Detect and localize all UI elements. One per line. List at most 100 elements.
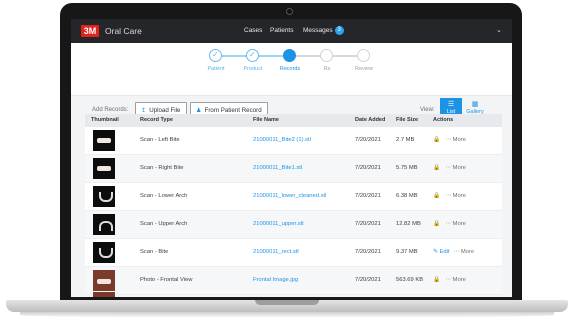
more-dots-icon: ⋯ [453,249,460,255]
step-product[interactable]: ✓ [246,49,259,62]
table-row[interactable]: Scan - Left Bite 21000011_Bite2 (1).stl … [85,127,502,155]
header-file-size: File Size [396,117,419,123]
more-button[interactable]: More [453,193,466,199]
date-added: 7/20/2021 [355,137,381,143]
more-dots-icon: ⋯ [445,165,452,171]
record-type: Scan - Left Bite [140,137,180,143]
file-size: 5.75 MB [396,165,418,171]
app-name: Oral Care [105,26,142,36]
row-actions: 🔒 ⋯ More [433,155,466,182]
record-type: Scan - Upper Arch [140,221,188,227]
top-navigation-bar: 3M Oral Care Cases Patients Messages 3 ⌄ [71,19,512,43]
more-button[interactable]: More [453,221,466,227]
header-file-name: File Name [253,117,279,123]
row-actions: 🔒 ⋯ More [433,267,466,294]
records-table-header: Thumbnail Record Type File Name Date Add… [85,114,502,127]
header-thumbnail: Thumbnail [91,117,119,123]
scan-thumbnail[interactable] [93,186,115,207]
grid-icon: ▦ [471,101,479,108]
file-name-link[interactable]: 21000011_rect.stl [253,239,299,266]
header-date-added: Date Added [355,117,386,123]
upload-icon: ↥ [141,107,147,114]
file-size: 6.38 MB [396,193,418,199]
check-icon: ✓ [212,50,219,59]
person-icon: ♟ [196,107,202,114]
chevron-down-icon[interactable]: ⌄ [496,24,502,38]
date-added: 7/20/2021 [355,193,381,199]
scan-thumbnail[interactable] [93,130,115,151]
file-name-link[interactable]: 21000011_upper.stl [253,211,304,238]
record-type: Scan - Right Bite [140,165,184,171]
lock-icon: 🔒 [433,221,441,227]
records-table-body: Scan - Left Bite 21000011_Bite2 (1).stl … [85,127,502,295]
date-added: 7/20/2021 [355,165,381,171]
from-patient-record-label: From Patient Record [204,107,262,114]
file-name-link[interactable]: 21000011_lower_cleaned.stl [253,183,326,210]
record-type: Scan - Bite [140,249,169,255]
row-actions: ✎ Edit ⋯ More [433,239,474,266]
next-row-thumbnail-peek [93,292,115,297]
date-added: 7/20/2021 [355,277,381,283]
file-size: 9.37 MB [396,249,418,255]
upload-file-label: Upload File [149,107,181,114]
file-size: 563.69 KB [396,277,424,283]
bite-arch-icon [99,248,113,258]
photo-thumbnail[interactable] [93,270,115,291]
table-row[interactable]: Scan - Upper Arch 21000011_upper.stl 7/2… [85,211,502,239]
table-row[interactable]: Scan - Right Bite 21000011_Bite1.stl 7/2… [85,155,502,183]
nav-messages-label: Messages [303,27,333,34]
scan-thumbnail[interactable] [93,242,115,263]
upper-arch-icon [99,221,113,231]
edit-label: Edit [439,249,450,255]
more-dots-icon: ⋯ [445,277,452,283]
teeth-icon [97,138,111,143]
more-dots-icon: ⋯ [445,221,452,227]
step-rx[interactable] [320,49,333,62]
laptop-shadow [20,312,554,318]
file-name-link[interactable]: Frontal Image.jpg [253,267,298,294]
nav-patients[interactable]: Patients [270,24,294,38]
nav-messages[interactable]: Messages 3 [303,24,344,38]
row-actions: 🔒 ⋯ More [433,211,466,238]
nav-cases[interactable]: Cases [244,24,262,38]
more-dots-icon: ⋯ [445,193,452,199]
list-icon: ☰ [447,101,455,108]
more-button[interactable]: More [453,277,466,283]
lock-icon: 🔒 [433,165,441,171]
scan-thumbnail[interactable] [93,158,115,179]
table-row[interactable]: Scan - Lower Arch 21000011_lower_cleaned… [85,183,502,211]
table-row[interactable]: Photo - Frontal View Frontal Image.jpg 7… [85,267,502,295]
more-button[interactable]: More [453,137,466,143]
step-review[interactable] [357,49,370,62]
step-records[interactable] [283,49,296,62]
table-row[interactable]: Scan - Bite 21000011_rect.stl 7/20/2021 … [85,239,502,267]
file-size: 2.7 MB [396,137,415,143]
more-dots-icon: ⋯ [445,137,452,143]
pencil-icon: ✎ [433,249,438,255]
check-icon: ✓ [249,50,256,59]
date-added: 7/20/2021 [355,249,381,255]
row-actions: 🔒 ⋯ More [433,127,466,154]
messages-count-badge: 3 [334,25,344,35]
step-label-review: Review [354,66,374,72]
header-actions: Actions [433,117,454,123]
teeth-icon [97,166,111,171]
step-patient[interactable]: ✓ [209,49,222,62]
lock-icon: 🔒 [433,277,441,283]
workflow-stepper: ✓ ✓ Patient Product Records Rx Review [71,43,512,96]
file-name-link[interactable]: 21000011_Bite2 (1).stl [253,127,311,154]
lock-icon: 🔒 [433,137,441,143]
scan-thumbnail[interactable] [93,214,115,235]
smile-photo-icon [97,279,111,284]
app-screen: 3M Oral Care Cases Patients Messages 3 ⌄ … [71,19,512,297]
brand-logo[interactable]: 3M [81,25,99,37]
more-button[interactable]: More [453,165,466,171]
more-button[interactable]: More [461,249,474,255]
laptop-notch [255,300,319,305]
file-size: 12.82 MB [396,221,421,227]
lower-arch-icon [99,192,113,202]
edit-button[interactable]: ✎ Edit [433,249,449,255]
file-name-link[interactable]: 21000011_Bite1.stl [253,155,302,182]
row-actions: 🔒 ⋯ More [433,183,466,210]
record-type: Scan - Lower Arch [140,193,188,199]
